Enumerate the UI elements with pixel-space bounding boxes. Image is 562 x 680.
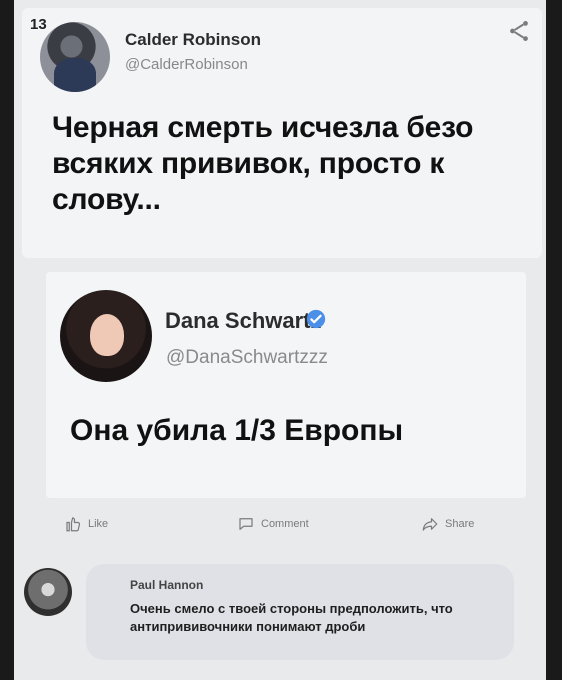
avatar-face [90,314,124,356]
thumbs-up-icon [66,517,81,532]
comment-button[interactable]: Comment [237,512,309,536]
notification-count: 13 [30,16,47,33]
comment-row: Paul Hannon Очень смело с твоей стороны … [24,558,530,668]
comment-author-avatar[interactable] [24,568,72,616]
author-handle[interactable]: @CalderRobinson [125,56,248,73]
verified-icon [305,308,327,330]
post-text: Черная смерть исчезла безо всяких привив… [52,111,474,216]
share-arrow-icon [422,518,438,531]
quoted-author-name[interactable]: Dana Schwartz [165,308,322,334]
quoted-post-text: Она убила 1/3 Европы [70,414,404,447]
comment-author-name[interactable]: Paul Hannon [130,578,203,592]
like-button[interactable]: Like [64,512,108,536]
comment-label: Comment [261,518,309,530]
like-label: Like [88,518,109,530]
author-name[interactable]: Calder Robinson [125,30,261,50]
share-button[interactable]: Share [421,512,474,536]
comment-text: Очень смело с твоей стороны предположить… [130,601,453,634]
share-label: Share [445,518,475,530]
post-actions: Like Comment Share [64,512,514,536]
comment-icon [239,518,253,530]
comment-bubble: Paul Hannon Очень смело с твоей стороны … [86,564,514,660]
author-avatar[interactable] [40,22,110,92]
quoted-author-handle[interactable]: @DanaSchwartzzz [166,347,328,369]
avatar-figure [54,58,96,92]
share-icon[interactable] [506,18,532,44]
quoted-author-avatar[interactable] [60,290,152,382]
